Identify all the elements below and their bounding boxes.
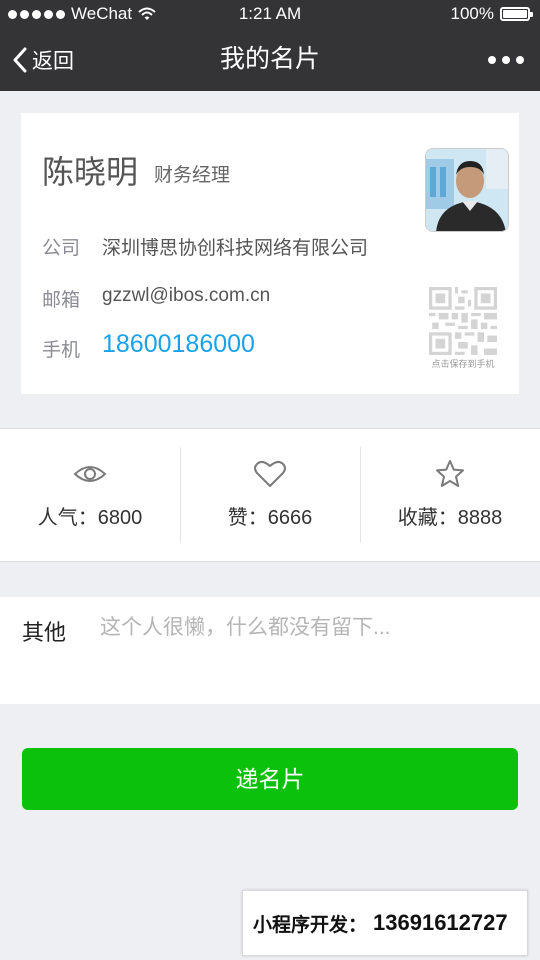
company-label: 公司 (42, 238, 81, 259)
popularity-stat[interactable]: 人气：6800 (0, 429, 180, 561)
stats-bar: 人气：6800 赞：6666 收藏：8888 (0, 428, 540, 562)
popularity-text: 人气：6800 (37, 507, 143, 529)
phone-value[interactable]: 18600186000 (102, 330, 255, 362)
likes-text: 赞：6666 (227, 507, 313, 529)
promo-label: 小程序开发： (253, 914, 368, 936)
other-input[interactable] (100, 611, 520, 645)
navigation-bar: 返回 我的名片 (0, 28, 540, 91)
more-dot-icon (502, 55, 510, 64)
page-title: 我的名片 (219, 45, 320, 73)
avatar[interactable] (425, 148, 509, 232)
email-label: 邮箱 (42, 290, 81, 311)
card-position: 财务经理 (154, 165, 231, 186)
card-name: 陈晓明 (42, 154, 139, 190)
more-dot-icon (516, 55, 524, 64)
qr-caption: 点击保存到手机 (431, 359, 495, 369)
business-card: 陈晓明 财务经理 公司 深圳博思协创科技网络有限公司 邮箱 gzzwl@ibos… (21, 113, 519, 394)
promo-banner: 小程序开发： 13691612727 (242, 890, 528, 956)
email-value[interactable]: gzzwl@ibos.com.cn (102, 285, 270, 312)
likes-stat[interactable]: 赞：6666 (180, 429, 360, 561)
chevron-left-icon (13, 47, 27, 72)
battery-percent: 100% (450, 4, 494, 23)
other-label: 其他 (22, 620, 67, 645)
email-row: 邮箱 gzzwl@ibos.com.cn (42, 285, 270, 312)
favorites-text: 收藏：8888 (397, 507, 503, 529)
status-right: 100% (450, 4, 533, 24)
other-section: 其他 (0, 597, 540, 704)
back-label: 返回 (32, 49, 74, 73)
send-card-button[interactable]: 递名片 (22, 748, 518, 810)
avatar-photo (426, 149, 508, 231)
battery-icon (500, 7, 533, 21)
company-row: 公司 深圳博思协创科技网络有限公司 (42, 233, 368, 260)
more-menu-button[interactable] (488, 28, 524, 91)
phone-label: 手机 (42, 340, 81, 361)
back-button[interactable]: 返回 (12, 28, 74, 91)
favorites-stat[interactable]: 收藏：8888 (360, 429, 540, 561)
promo-number: 13691612727 (373, 910, 508, 935)
phone-row: 手机 18600186000 (42, 330, 255, 362)
qr-code-icon[interactable] (429, 287, 497, 355)
heart-icon (254, 460, 286, 487)
star-icon (436, 460, 464, 487)
more-dot-icon (488, 55, 496, 64)
company-value: 深圳博思协创科技网络有限公司 (102, 238, 369, 259)
eye-icon (73, 466, 107, 482)
status-bar: WeChat 1:21 AM 100% (0, 0, 540, 28)
